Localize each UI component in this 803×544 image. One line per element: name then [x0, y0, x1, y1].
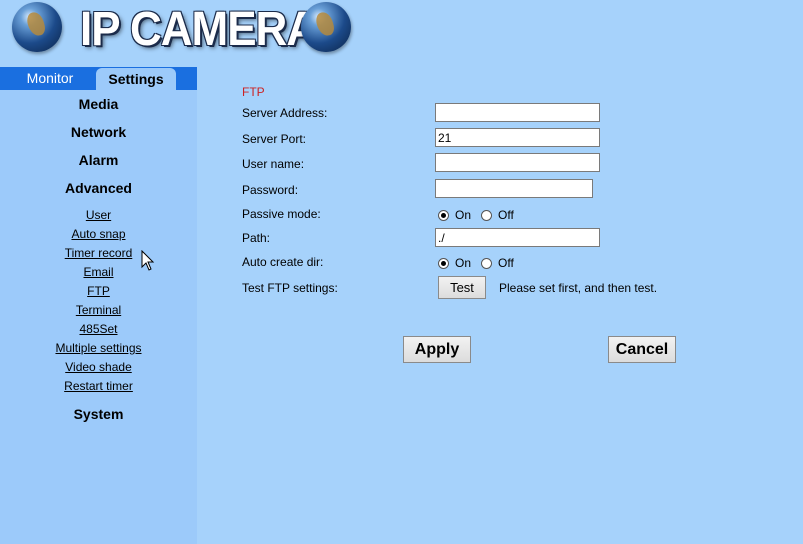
server-port-label: Server Port: — [242, 132, 307, 146]
apply-button[interactable]: Apply — [403, 336, 471, 363]
nav-link-auto-snap[interactable]: Auto snap — [0, 225, 197, 244]
nav-link-485set[interactable]: 485Set — [0, 320, 197, 339]
server-address-input[interactable] — [435, 103, 600, 122]
auto-create-dir-off-label: Off — [498, 256, 514, 270]
main-content: FTP Server Address: Server Port: User na… — [198, 67, 803, 544]
nav-section-alarm[interactable]: Alarm — [0, 146, 197, 174]
passive-mode-off-radio[interactable] — [481, 209, 493, 221]
user-name-label: User name: — [242, 157, 305, 171]
nav-section-advanced[interactable]: Advanced — [0, 174, 197, 202]
header: IP CAMERA — [0, 0, 803, 64]
passive-mode-label: Passive mode: — [242, 207, 321, 221]
passive-mode-radio-group: On Off — [438, 208, 524, 222]
globe-logo-icon — [301, 2, 351, 52]
test-button[interactable]: Test — [438, 276, 486, 299]
passive-mode-off-label: Off — [498, 208, 514, 222]
auto-create-dir-radio-group: On Off — [438, 256, 524, 270]
settings-nav: Media Network Alarm Advanced User Auto s… — [0, 90, 197, 428]
path-input[interactable] — [435, 228, 600, 247]
server-port-input[interactable] — [435, 128, 600, 147]
nav-link-ftp[interactable]: FTP — [0, 282, 197, 301]
password-label: Password: — [242, 183, 299, 197]
sidebar: Monitor Settings Media Network Alarm Adv… — [0, 67, 197, 544]
nav-link-email[interactable]: Email — [0, 263, 197, 282]
nav-section-media[interactable]: Media — [0, 90, 197, 118]
globe-logo-icon — [12, 2, 62, 52]
nav-section-system[interactable]: System — [0, 400, 197, 428]
user-name-input[interactable] — [435, 153, 600, 172]
auto-create-dir-label: Auto create dir: — [242, 255, 324, 269]
auto-create-dir-off-radio[interactable] — [481, 257, 493, 269]
app-title: IP CAMERA — [80, 2, 318, 56]
nav-link-multiple-settings[interactable]: Multiple settings — [0, 339, 197, 358]
password-input[interactable] — [435, 179, 593, 198]
cancel-button[interactable]: Cancel — [608, 336, 676, 363]
nav-link-user[interactable]: User — [0, 206, 197, 225]
tab-monitor[interactable]: Monitor — [0, 67, 100, 90]
test-ftp-settings-label: Test FTP settings: — [242, 281, 338, 295]
test-hint: Please set first, and then test. — [499, 281, 658, 295]
nav-link-terminal[interactable]: Terminal — [0, 301, 197, 320]
nav-link-timer-record[interactable]: Timer record — [0, 244, 197, 263]
nav-section-network[interactable]: Network — [0, 118, 197, 146]
nav-link-video-shade[interactable]: Video shade — [0, 358, 197, 377]
nav-link-restart-timer[interactable]: Restart timer — [0, 377, 197, 396]
section-title: FTP — [242, 85, 265, 99]
mouse-cursor-icon — [141, 250, 155, 271]
server-address-label: Server Address: — [242, 106, 328, 120]
passive-mode-on-radio[interactable] — [438, 209, 449, 221]
auto-create-dir-on-label: On — [455, 256, 472, 270]
tab-bar: Monitor Settings — [0, 67, 197, 90]
tab-settings[interactable]: Settings — [96, 68, 176, 90]
path-label: Path: — [242, 231, 271, 245]
passive-mode-on-label: On — [455, 208, 472, 222]
auto-create-dir-on-radio[interactable] — [438, 257, 449, 269]
